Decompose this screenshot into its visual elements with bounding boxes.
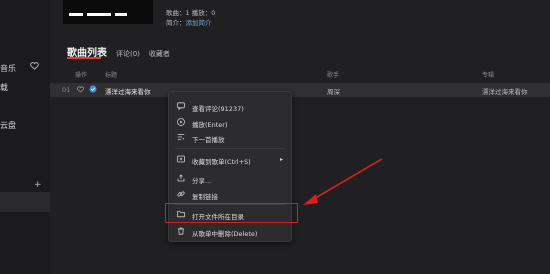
annotation-arrow — [303, 158, 383, 205]
